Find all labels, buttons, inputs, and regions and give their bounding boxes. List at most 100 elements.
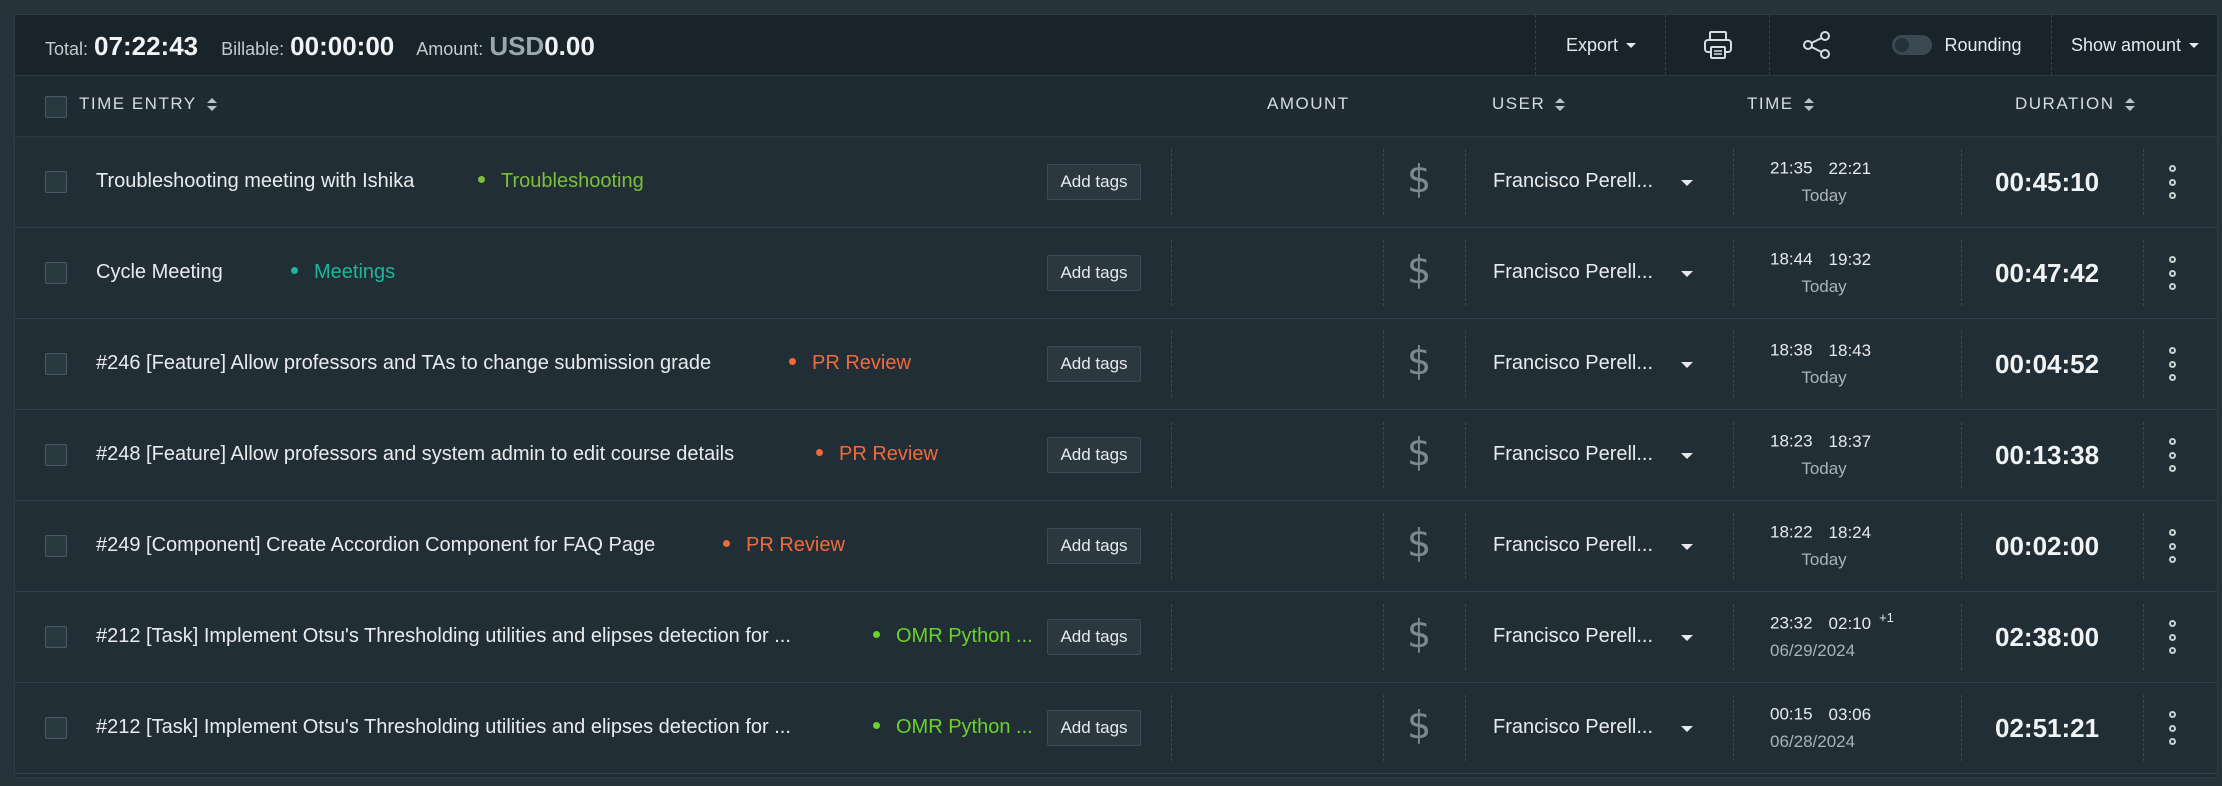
more-options-icon[interactable] [2167, 256, 2177, 290]
chevron-down-icon[interactable] [1681, 453, 1693, 459]
more-options-icon[interactable] [2167, 347, 2177, 381]
entry-description[interactable]: #249 [Component] Create Accordion Compon… [96, 534, 655, 557]
add-tags-button[interactable]: Add tags [1047, 710, 1141, 746]
billable-dollar-icon[interactable]: $ [1407, 248, 1431, 292]
entry-date[interactable]: 06/28/2024 [1770, 732, 1920, 752]
entry-date[interactable]: Today [1770, 368, 1878, 388]
entry-description[interactable]: #212 [Task] Implement Otsu's Thresholdin… [96, 716, 791, 739]
entry-user[interactable]: Francisco Perell... [1493, 534, 1653, 557]
entry-project[interactable]: Meetings [291, 261, 395, 284]
entry-duration[interactable]: 00:45:10 [1995, 167, 2099, 198]
more-options-icon[interactable] [2167, 165, 2177, 199]
chevron-down-icon[interactable] [1681, 635, 1693, 641]
more-options-icon[interactable] [2167, 438, 2177, 472]
entry-time-range[interactable]: 21:35 22:21 [1770, 155, 1879, 179]
row-checkbox[interactable] [45, 262, 67, 284]
row-checkbox[interactable] [45, 717, 67, 739]
entry-user[interactable]: Francisco Perell... [1493, 170, 1653, 193]
table-row[interactable]: Troubleshooting meeting with Ishika Trou… [15, 137, 2217, 228]
entry-duration[interactable]: 00:47:42 [1995, 258, 2099, 289]
entry-duration[interactable]: 00:13:38 [1995, 440, 2099, 471]
table-row[interactable]: #248 [Feature] Allow professors and syst… [15, 410, 2217, 501]
entry-time-range[interactable]: 18:38 18:43 [1770, 337, 1879, 361]
add-tags-button[interactable]: Add tags [1047, 164, 1141, 200]
table-row[interactable]: #212 [Task] Implement Otsu's Thresholdin… [15, 683, 2217, 774]
entry-description[interactable]: Cycle Meeting [96, 261, 223, 284]
entry-user[interactable]: Francisco Perell... [1493, 443, 1653, 466]
entry-user[interactable]: Francisco Perell... [1493, 716, 1653, 739]
add-tags-button[interactable]: Add tags [1047, 346, 1141, 382]
more-options-icon[interactable] [2167, 529, 2177, 563]
add-tags-button[interactable]: Add tags [1047, 255, 1141, 291]
row-checkbox[interactable] [45, 353, 67, 375]
billable-dollar-icon[interactable]: $ [1407, 339, 1431, 383]
entry-description[interactable]: #246 [Feature] Allow professors and TAs … [96, 352, 711, 375]
more-options-icon[interactable] [2167, 620, 2177, 654]
row-checkbox[interactable] [45, 626, 67, 648]
column-time-entry[interactable]: TIME ENTRY [79, 94, 217, 114]
entry-date[interactable]: Today [1770, 186, 1878, 206]
entry-description[interactable]: #212 [Task] Implement Otsu's Thresholdin… [96, 625, 791, 648]
entry-user[interactable]: Francisco Perell... [1493, 625, 1653, 648]
billable-dollar-icon[interactable]: $ [1407, 430, 1431, 474]
column-duration[interactable]: DURATION [2015, 94, 2135, 114]
entry-user[interactable]: Francisco Perell... [1493, 352, 1653, 375]
amount-label: Amount: [416, 39, 484, 59]
entry-time-range[interactable]: 18:23 18:37 [1770, 428, 1879, 452]
export-dropdown[interactable]: Export [1535, 15, 1666, 75]
entry-duration[interactable]: 02:38:00 [1995, 622, 2099, 653]
add-tags-button[interactable]: Add tags [1047, 619, 1141, 655]
billable-dollar-icon[interactable]: $ [1407, 612, 1431, 656]
entry-date[interactable]: Today [1770, 277, 1878, 297]
row-checkbox[interactable] [45, 171, 67, 193]
entry-user[interactable]: Francisco Perell... [1493, 261, 1653, 284]
entry-duration[interactable]: 02:51:21 [1995, 713, 2099, 744]
entry-project[interactable]: PR Review [789, 352, 911, 375]
chevron-down-icon[interactable] [1681, 180, 1693, 186]
rounding-toggle[interactable]: Rounding [1863, 15, 2051, 75]
table-row[interactable]: #246 [Feature] Allow professors and TAs … [15, 319, 2217, 410]
chevron-down-icon[interactable] [1681, 271, 1693, 277]
billable-dollar-icon[interactable]: $ [1407, 521, 1431, 565]
more-options-icon[interactable] [2167, 711, 2177, 745]
row-checkbox[interactable] [45, 444, 67, 466]
table-row[interactable]: #212 [Task] Implement Otsu's Thresholdin… [15, 592, 2217, 683]
billable-dollar-icon[interactable]: $ [1407, 157, 1431, 201]
chevron-down-icon[interactable] [1681, 544, 1693, 550]
row-checkbox[interactable] [45, 535, 67, 557]
show-amount-dropdown[interactable]: Show amount [2051, 15, 2218, 75]
column-user[interactable]: USER [1492, 94, 1566, 114]
entry-time-range[interactable]: 23:32 02:10 +1 [1770, 610, 1894, 634]
add-tags-button[interactable]: Add tags [1047, 528, 1141, 564]
entry-date[interactable]: Today [1770, 459, 1878, 479]
entry-project[interactable]: PR Review [816, 443, 938, 466]
entry-description[interactable]: #248 [Feature] Allow professors and syst… [96, 443, 734, 466]
entry-project[interactable]: OMR Python ... [873, 625, 1033, 648]
entry-duration[interactable]: 00:04:52 [1995, 349, 2099, 380]
start-time: 00:15 [1770, 704, 1813, 724]
divider [1465, 604, 1466, 670]
billable-dollar-icon[interactable]: $ [1407, 703, 1431, 747]
entry-duration[interactable]: 00:02:00 [1995, 531, 2099, 562]
table-row[interactable]: #249 [Component] Create Accordion Compon… [15, 501, 2217, 592]
table-row[interactable]: Cycle Meeting Meetings Add tags $ Franci… [15, 228, 2217, 319]
column-time[interactable]: TIME [1747, 94, 1814, 114]
chevron-down-icon[interactable] [1681, 726, 1693, 732]
project-label: PR Review [812, 352, 911, 374]
share-button[interactable] [1769, 15, 1864, 75]
entry-project[interactable]: PR Review [723, 534, 845, 557]
add-tags-button[interactable]: Add tags [1047, 437, 1141, 473]
entry-time-range[interactable]: 18:44 19:32 [1770, 246, 1879, 270]
entry-time-range[interactable]: 00:15 03:06 [1770, 701, 1879, 725]
rounding-switch[interactable] [1892, 35, 1933, 55]
entry-description[interactable]: Troubleshooting meeting with Ishika [96, 170, 414, 193]
entry-time-range[interactable]: 18:22 18:24 [1770, 519, 1879, 543]
print-button[interactable] [1665, 15, 1770, 75]
entry-date[interactable]: 06/29/2024 [1770, 641, 1920, 661]
select-all-checkbox[interactable] [45, 96, 67, 118]
chevron-down-icon[interactable] [1681, 362, 1693, 368]
start-time: 21:35 [1770, 158, 1813, 178]
entry-project[interactable]: Troubleshooting [478, 170, 644, 193]
entry-date[interactable]: Today [1770, 550, 1878, 570]
entry-project[interactable]: OMR Python ... [873, 716, 1033, 739]
